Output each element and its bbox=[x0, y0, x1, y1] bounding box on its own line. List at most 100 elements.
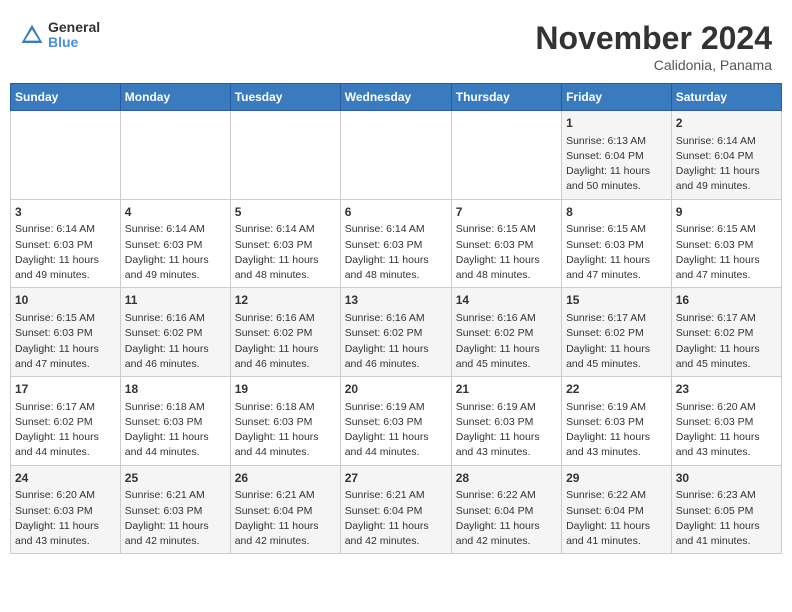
day-number: 2 bbox=[676, 115, 777, 132]
calendar-row-0: 1 Sunrise: 6:13 AM Sunset: 6:04 PM Daylig… bbox=[11, 111, 782, 200]
calendar-table: SundayMondayTuesdayWednesdayThursdayFrid… bbox=[10, 83, 782, 554]
calendar-cell: 30Sunrise: 6:23 AM Sunset: 6:05 PM Dayli… bbox=[671, 465, 781, 554]
calendar-cell: 3Sunrise: 6:14 AM Sunset: 6:03 PM Daylig… bbox=[11, 199, 121, 288]
day-number: 23 bbox=[676, 381, 777, 398]
calendar-cell: 29Sunrise: 6:22 AM Sunset: 6:04 PM Dayli… bbox=[562, 465, 672, 554]
weekday-header-saturday: Saturday bbox=[671, 84, 781, 111]
day-info: Sunrise: 6:14 AM Sunset: 6:03 PM Dayligh… bbox=[345, 222, 447, 283]
weekday-header-sunday: Sunday bbox=[11, 84, 121, 111]
day-info: Sunrise: 6:19 AM Sunset: 6:03 PM Dayligh… bbox=[456, 400, 557, 461]
day-number: 8 bbox=[566, 204, 667, 221]
location-subtitle: Calidonia, Panama bbox=[535, 57, 772, 73]
logo: General Blue bbox=[20, 20, 100, 51]
calendar-cell: 26Sunrise: 6:21 AM Sunset: 6:04 PM Dayli… bbox=[230, 465, 340, 554]
day-info: Sunrise: 6:22 AM Sunset: 6:04 PM Dayligh… bbox=[566, 488, 667, 549]
day-number: 12 bbox=[235, 292, 336, 309]
calendar-cell: 25Sunrise: 6:21 AM Sunset: 6:03 PM Dayli… bbox=[120, 465, 230, 554]
day-info: Sunrise: 6:16 AM Sunset: 6:02 PM Dayligh… bbox=[345, 311, 447, 372]
calendar-cell: 7Sunrise: 6:15 AM Sunset: 6:03 PM Daylig… bbox=[451, 199, 561, 288]
calendar-cell: 21 Sunrise: 6:19 AM Sunset: 6:03 PM Dayli… bbox=[451, 377, 561, 466]
day-info: Sunrise: 6:16 AM Sunset: 6:02 PM Dayligh… bbox=[235, 311, 336, 372]
calendar-cell: 19 Sunrise: 6:18 AM Sunset: 6:03 PM Dayli… bbox=[230, 377, 340, 466]
day-info: Sunrise: 6:19 AM Sunset: 6:03 PM Dayligh… bbox=[345, 400, 447, 461]
day-info: Sunrise: 6:21 AM Sunset: 6:04 PM Dayligh… bbox=[235, 488, 336, 549]
day-number: 19 bbox=[235, 381, 336, 398]
calendar-cell: 24Sunrise: 6:20 AM Sunset: 6:03 PM Dayli… bbox=[11, 465, 121, 554]
day-info: Sunrise: 6:17 AM Sunset: 6:02 PM Dayligh… bbox=[15, 400, 116, 461]
day-info: Sunrise: 6:14 AM Sunset: 6:03 PM Dayligh… bbox=[235, 222, 336, 283]
day-number: 7 bbox=[456, 204, 557, 221]
day-info: Sunrise: 6:21 AM Sunset: 6:04 PM Dayligh… bbox=[345, 488, 447, 549]
calendar-cell bbox=[340, 111, 451, 200]
calendar-cell: 23 Sunrise: 6:20 AM Sunset: 6:03 PM Dayli… bbox=[671, 377, 781, 466]
calendar-cell: 16 Sunrise: 6:17 AM Sunset: 6:02 PM Dayli… bbox=[671, 288, 781, 377]
day-number: 27 bbox=[345, 470, 447, 487]
day-number: 16 bbox=[676, 292, 777, 309]
calendar-cell bbox=[451, 111, 561, 200]
calendar-cell: 14 Sunrise: 6:16 AM Sunset: 6:02 PM Dayli… bbox=[451, 288, 561, 377]
day-info: Sunrise: 6:13 AM Sunset: 6:04 PM Dayligh… bbox=[566, 134, 667, 195]
calendar-cell: 12 Sunrise: 6:16 AM Sunset: 6:02 PM Dayli… bbox=[230, 288, 340, 377]
calendar-cell: 8Sunrise: 6:15 AM Sunset: 6:03 PM Daylig… bbox=[562, 199, 672, 288]
calendar-cell: 10Sunrise: 6:15 AM Sunset: 6:03 PM Dayli… bbox=[11, 288, 121, 377]
day-info: Sunrise: 6:23 AM Sunset: 6:05 PM Dayligh… bbox=[676, 488, 777, 549]
calendar-cell: 22 Sunrise: 6:19 AM Sunset: 6:03 PM Dayli… bbox=[562, 377, 672, 466]
day-number: 21 bbox=[456, 381, 557, 398]
calendar-cell: 5Sunrise: 6:14 AM Sunset: 6:03 PM Daylig… bbox=[230, 199, 340, 288]
logo-line1: General bbox=[48, 20, 100, 35]
day-number: 5 bbox=[235, 204, 336, 221]
weekday-header-row: SundayMondayTuesdayWednesdayThursdayFrid… bbox=[11, 84, 782, 111]
title-block: November 2024 Calidonia, Panama bbox=[535, 20, 772, 73]
day-info: Sunrise: 6:14 AM Sunset: 6:03 PM Dayligh… bbox=[125, 222, 226, 283]
day-info: Sunrise: 6:18 AM Sunset: 6:03 PM Dayligh… bbox=[125, 400, 226, 461]
day-number: 29 bbox=[566, 470, 667, 487]
logo-text: General Blue bbox=[48, 20, 100, 51]
calendar-cell: 28Sunrise: 6:22 AM Sunset: 6:04 PM Dayli… bbox=[451, 465, 561, 554]
day-info: Sunrise: 6:14 AM Sunset: 6:04 PM Dayligh… bbox=[676, 134, 777, 195]
day-number: 24 bbox=[15, 470, 116, 487]
day-number: 13 bbox=[345, 292, 447, 309]
day-number: 11 bbox=[125, 292, 226, 309]
weekday-header-monday: Monday bbox=[120, 84, 230, 111]
day-number: 14 bbox=[456, 292, 557, 309]
weekday-header-thursday: Thursday bbox=[451, 84, 561, 111]
calendar-cell: 11Sunrise: 6:16 AM Sunset: 6:02 PM Dayli… bbox=[120, 288, 230, 377]
calendar-cell bbox=[11, 111, 121, 200]
day-info: Sunrise: 6:17 AM Sunset: 6:02 PM Dayligh… bbox=[566, 311, 667, 372]
day-number: 17 bbox=[15, 381, 116, 398]
day-number: 1 bbox=[566, 115, 667, 132]
day-number: 10 bbox=[15, 292, 116, 309]
calendar-cell: 6Sunrise: 6:14 AM Sunset: 6:03 PM Daylig… bbox=[340, 199, 451, 288]
day-number: 4 bbox=[125, 204, 226, 221]
calendar-cell: 9Sunrise: 6:15 AM Sunset: 6:03 PM Daylig… bbox=[671, 199, 781, 288]
calendar-row-4: 24Sunrise: 6:20 AM Sunset: 6:03 PM Dayli… bbox=[11, 465, 782, 554]
weekday-header-friday: Friday bbox=[562, 84, 672, 111]
day-info: Sunrise: 6:22 AM Sunset: 6:04 PM Dayligh… bbox=[456, 488, 557, 549]
day-number: 26 bbox=[235, 470, 336, 487]
day-info: Sunrise: 6:20 AM Sunset: 6:03 PM Dayligh… bbox=[676, 400, 777, 461]
day-info: Sunrise: 6:17 AM Sunset: 6:02 PM Dayligh… bbox=[676, 311, 777, 372]
calendar-cell: 18Sunrise: 6:18 AM Sunset: 6:03 PM Dayli… bbox=[120, 377, 230, 466]
day-info: Sunrise: 6:21 AM Sunset: 6:03 PM Dayligh… bbox=[125, 488, 226, 549]
calendar-cell: 20Sunrise: 6:19 AM Sunset: 6:03 PM Dayli… bbox=[340, 377, 451, 466]
logo-line2: Blue bbox=[48, 35, 100, 50]
month-title: November 2024 bbox=[535, 20, 772, 57]
day-number: 22 bbox=[566, 381, 667, 398]
day-number: 6 bbox=[345, 204, 447, 221]
calendar-cell bbox=[230, 111, 340, 200]
day-info: Sunrise: 6:16 AM Sunset: 6:02 PM Dayligh… bbox=[456, 311, 557, 372]
calendar-cell: 2 Sunrise: 6:14 AM Sunset: 6:04 PM Daylig… bbox=[671, 111, 781, 200]
day-info: Sunrise: 6:14 AM Sunset: 6:03 PM Dayligh… bbox=[15, 222, 116, 283]
day-info: Sunrise: 6:19 AM Sunset: 6:03 PM Dayligh… bbox=[566, 400, 667, 461]
calendar-cell: 1 Sunrise: 6:13 AM Sunset: 6:04 PM Daylig… bbox=[562, 111, 672, 200]
day-number: 9 bbox=[676, 204, 777, 221]
day-number: 3 bbox=[15, 204, 116, 221]
day-number: 30 bbox=[676, 470, 777, 487]
calendar-cell: 17 Sunrise: 6:17 AM Sunset: 6:02 PM Dayli… bbox=[11, 377, 121, 466]
calendar-row-1: 3Sunrise: 6:14 AM Sunset: 6:03 PM Daylig… bbox=[11, 199, 782, 288]
calendar-row-2: 10Sunrise: 6:15 AM Sunset: 6:03 PM Dayli… bbox=[11, 288, 782, 377]
calendar-row-3: 17 Sunrise: 6:17 AM Sunset: 6:02 PM Dayli… bbox=[11, 377, 782, 466]
day-info: Sunrise: 6:18 AM Sunset: 6:03 PM Dayligh… bbox=[235, 400, 336, 461]
page-header: General Blue November 2024 Calidonia, Pa… bbox=[10, 10, 782, 78]
day-number: 15 bbox=[566, 292, 667, 309]
